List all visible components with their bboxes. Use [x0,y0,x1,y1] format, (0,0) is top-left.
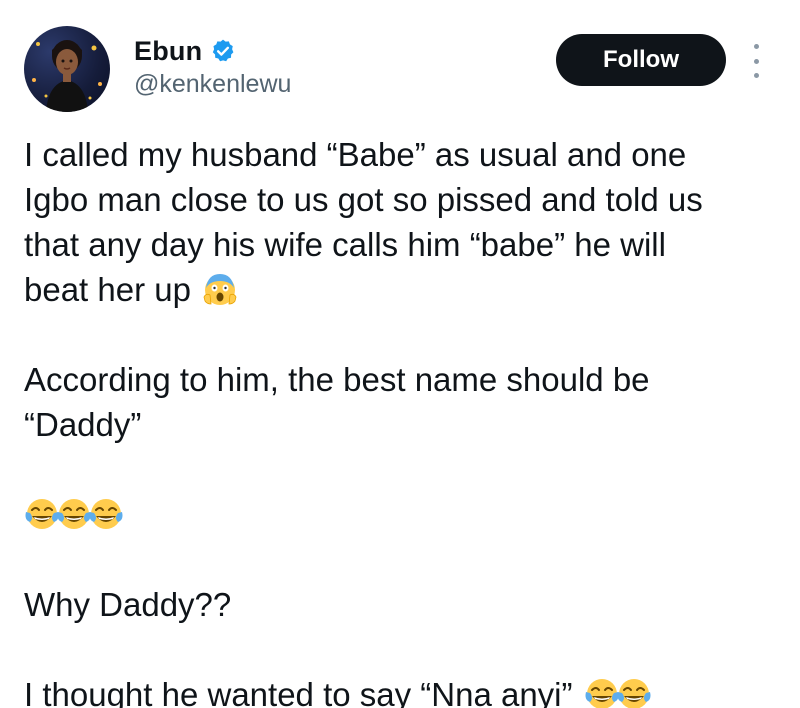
tears-of-joy-emoji-icon [57,499,91,529]
avatar[interactable] [24,26,110,112]
tweet-line: that any day his wife calls him “babe” h… [24,226,666,263]
author-handle[interactable]: @kenkenlewu [134,70,291,99]
tweet-line: Igbo man close to us got so pissed and t… [24,181,703,218]
tears-of-joy-emoji-icon [617,679,651,708]
more-vertical-icon[interactable] [750,44,762,78]
verified-badge-icon [213,39,234,62]
tweet-line: beat her up [24,271,191,308]
display-name-row: Ebun [134,34,291,68]
tweet-line: “Daddy” [24,406,142,443]
follow-button[interactable]: Follow [556,34,726,86]
tweet-text: I called my husband “Babe” as usual and … [24,132,784,708]
tears-of-joy-emoji-icon [25,499,59,529]
display-name[interactable]: Ebun [134,36,202,67]
author-names: Ebun @kenkenlewu [134,34,291,99]
tears-of-joy-emoji-icon [585,679,619,708]
avatar-woman-icon [32,40,102,112]
more-dot [753,44,759,49]
tweet-line: Why Daddy?? [24,586,232,623]
more-dot [753,73,759,78]
tweet-line-with-emoji: I thought he wanted to say “Nna anyi” [24,672,784,708]
tweet-header: Ebun @kenkenlewu Follow [24,26,776,112]
emoji-row [24,492,784,537]
tweet-line: I thought he wanted to say “Nna anyi” [24,676,573,708]
tweet-line-with-emoji: beat her up [24,267,784,312]
more-dot [753,58,759,64]
tweet-line: I called my husband “Babe” as usual and … [24,136,687,173]
tweet-line: According to him, the best name should b… [24,361,650,398]
tears-of-joy-emoji-icon [89,499,123,529]
tweet-card: Ebun @kenkenlewu Follow I called my husb… [0,0,800,708]
screaming-face-emoji-icon [203,274,237,305]
